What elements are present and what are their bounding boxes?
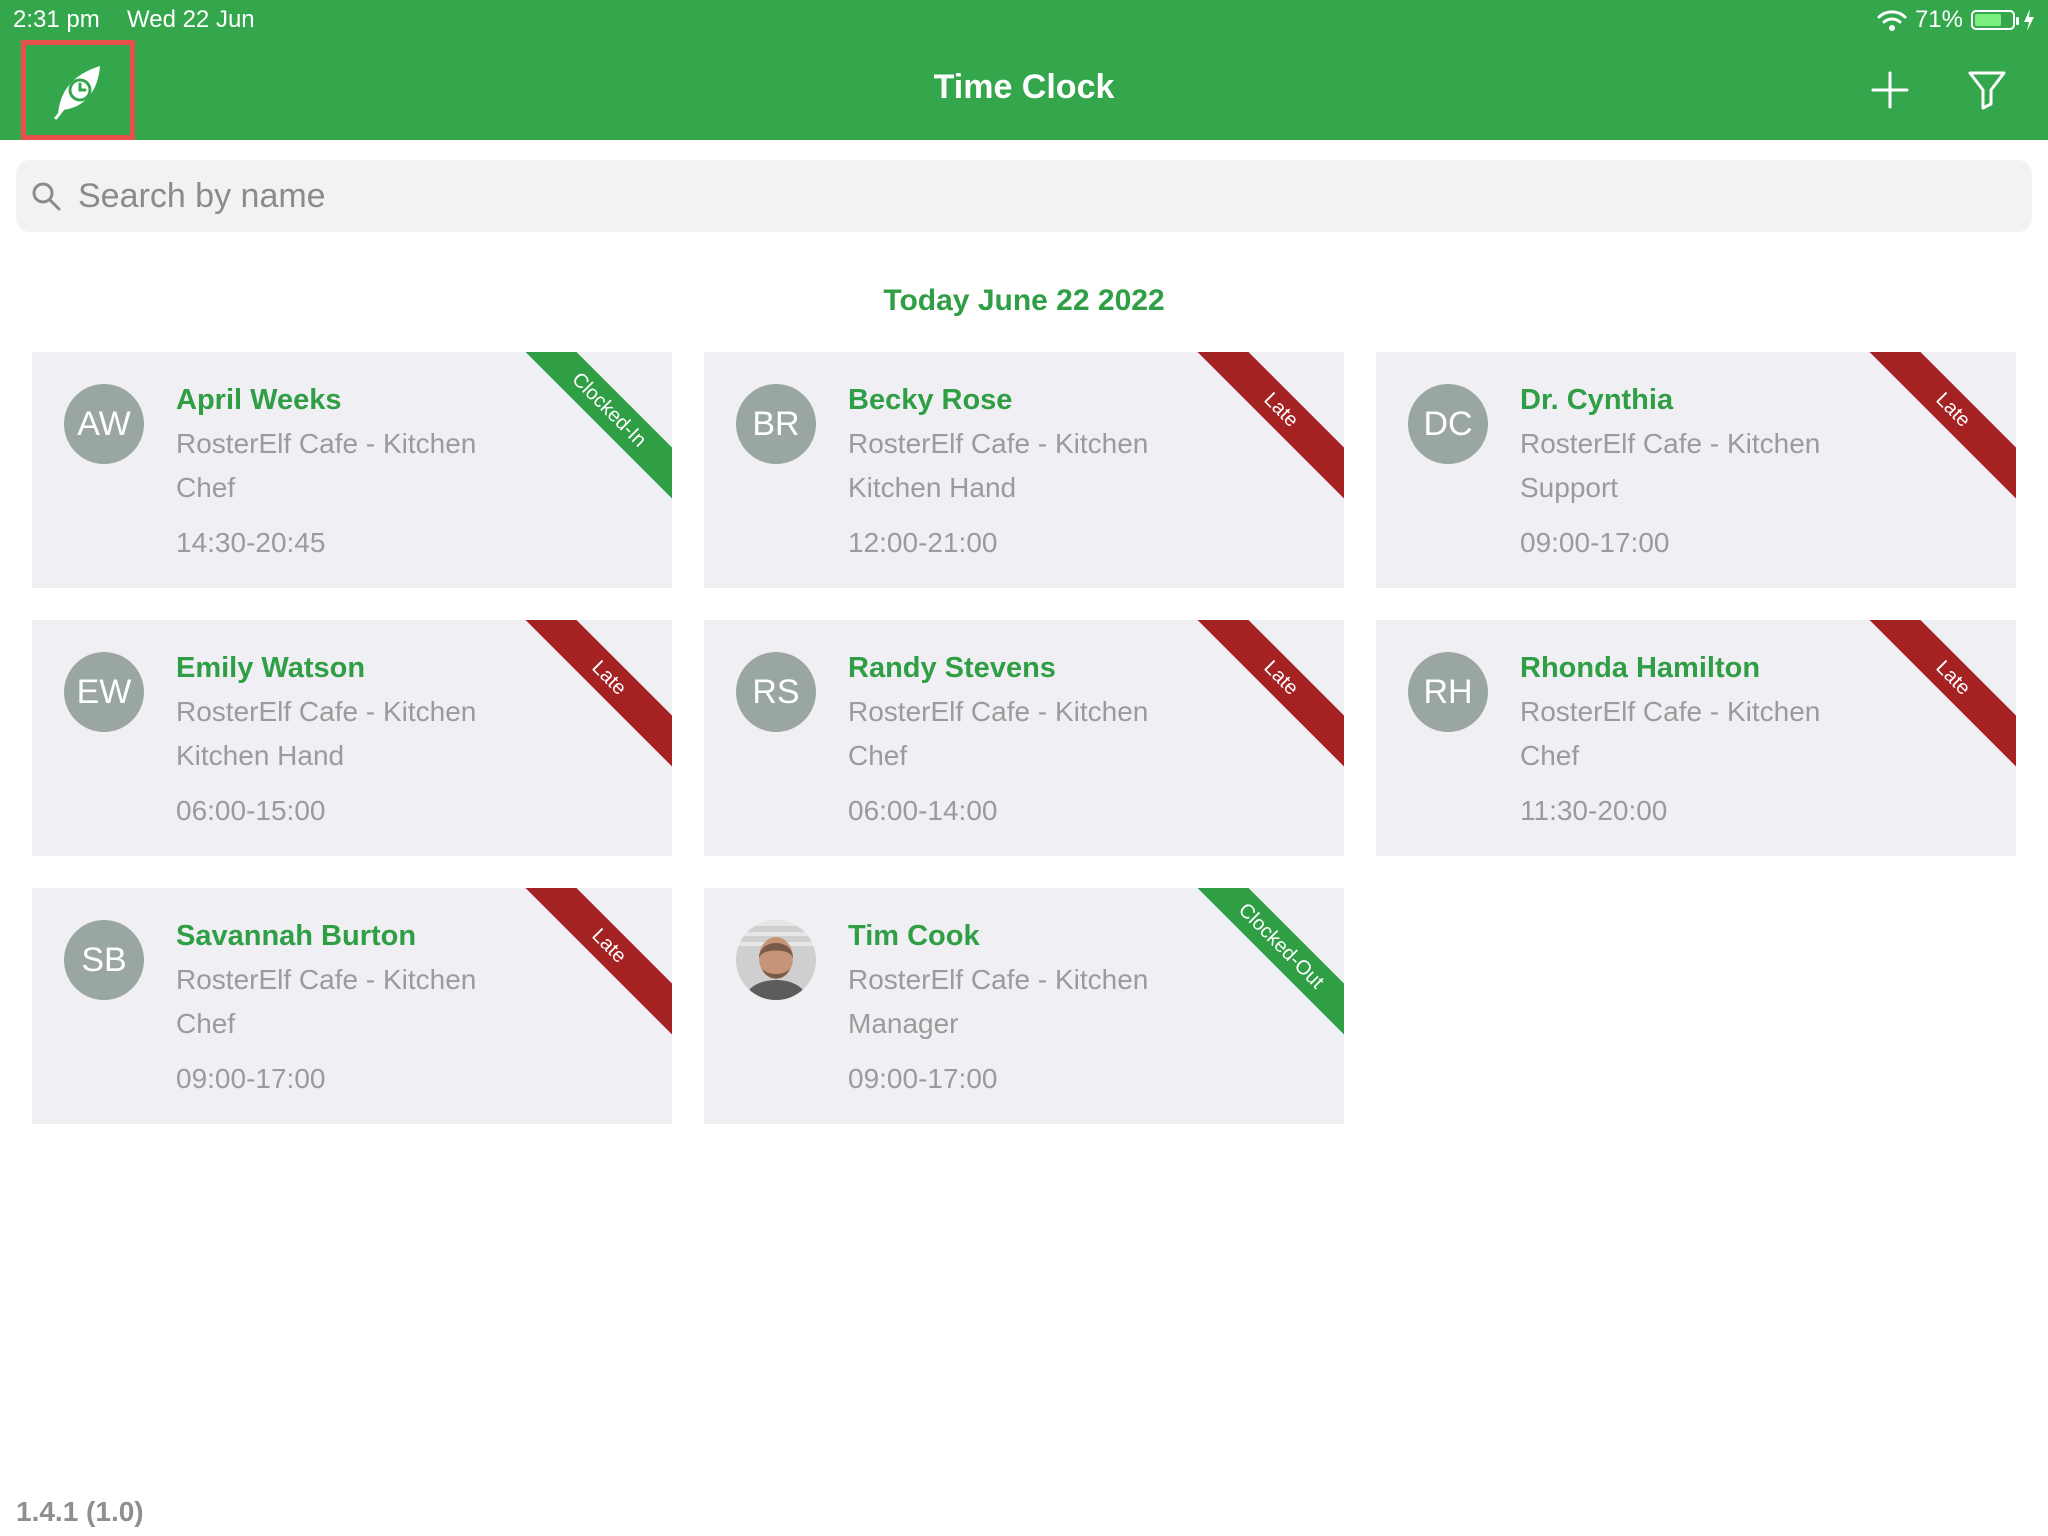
employee-role: Kitchen Hand bbox=[176, 740, 345, 771]
status-indicators: 71% bbox=[1877, 6, 2035, 34]
search-bar[interactable] bbox=[16, 160, 2032, 232]
search-icon bbox=[32, 182, 61, 211]
search-input[interactable] bbox=[76, 175, 1980, 217]
employee-hours: 11:30-20:00 bbox=[1520, 795, 1668, 826]
employee-location: RosterElf Cafe - Kitchen bbox=[176, 428, 477, 459]
page-title: Time Clock bbox=[933, 68, 1115, 106]
employee-name: Becky Rose bbox=[848, 384, 1013, 416]
employee-card[interactable]: RS Randy Stevens RosterElf Cafe - Kitchen C… bbox=[704, 620, 1344, 856]
employee-hours: 09:00-17:00 bbox=[176, 1063, 326, 1094]
employee-location: RosterElf Cafe - Kitchen bbox=[848, 428, 1149, 459]
status-ribbon: Clocked-Out bbox=[1179, 888, 1344, 1048]
date-heading: Today June 22 2022 bbox=[883, 284, 1165, 317]
app-header: 2:31 pm Wed 22 Jun 71% Time Clock bbox=[0, 0, 2048, 140]
status-ribbon: Late bbox=[507, 888, 672, 1048]
employee-role: Chef bbox=[176, 1008, 236, 1039]
avatar: EW bbox=[64, 652, 144, 732]
employee-name: Dr. Cynthia bbox=[1520, 384, 1674, 416]
status-date: Wed 22 Jun bbox=[127, 6, 255, 33]
battery-icon bbox=[1971, 10, 2019, 30]
status-time: 2:31 pm bbox=[13, 6, 100, 33]
status-ribbon: Late bbox=[1851, 620, 2016, 780]
status-ribbon: Late bbox=[507, 620, 672, 780]
avatar: RS bbox=[736, 652, 816, 732]
employee-grid: AW April Weeks RosterElf Cafe - Kitchen Che… bbox=[32, 352, 2016, 1124]
employee-location: RosterElf Cafe - Kitchen bbox=[1520, 696, 1821, 727]
avatar: SB bbox=[64, 920, 144, 1000]
employee-hours: 14:30-20:45 bbox=[176, 527, 326, 558]
employee-hours: 06:00-15:00 bbox=[176, 795, 326, 826]
employee-card[interactable]: DC Dr. Cynthia RosterElf Cafe - Kitchen Sup… bbox=[1376, 352, 2016, 588]
battery-fill bbox=[1975, 14, 2001, 26]
employee-name: Tim Cook bbox=[848, 920, 980, 952]
employee-name: Randy Stevens bbox=[848, 652, 1056, 684]
employee-name: Emily Watson bbox=[176, 652, 366, 684]
filter-icon[interactable] bbox=[1968, 70, 2006, 110]
employee-name: April Weeks bbox=[176, 384, 342, 416]
avatar: DC bbox=[1408, 384, 1488, 464]
avatar: RH bbox=[1408, 652, 1488, 732]
employee-role: Support bbox=[1520, 472, 1619, 503]
employee-hours: 09:00-17:00 bbox=[1520, 527, 1670, 558]
employee-name: Savannah Burton bbox=[176, 920, 417, 952]
employee-role: Manager bbox=[848, 1008, 959, 1039]
status-ribbon: Late bbox=[1851, 352, 2016, 512]
employee-hours: 06:00-14:00 bbox=[848, 795, 998, 826]
employee-hours: 09:00-17:00 bbox=[848, 1063, 998, 1094]
employee-card[interactable]: RH Rhonda Hamilton RosterElf Cafe - Kitche… bbox=[1376, 620, 2016, 856]
employee-card[interactable]: EW Emily Watson RosterElf Cafe - Kitchen Ki… bbox=[32, 620, 672, 856]
employee-role: Chef bbox=[176, 472, 236, 503]
status-ribbon: Late bbox=[1179, 352, 1344, 512]
employee-location: RosterElf Cafe - Kitchen bbox=[848, 964, 1149, 995]
app-version: 1.4.1 (1.0) bbox=[16, 1496, 144, 1527]
employee-location: RosterElf Cafe - Kitchen bbox=[1520, 428, 1821, 459]
employee-hours: 12:00-21:00 bbox=[848, 527, 998, 558]
avatar: BR bbox=[736, 384, 816, 464]
status-ribbon: Late bbox=[1179, 620, 1344, 780]
add-icon[interactable] bbox=[1870, 70, 1910, 110]
avatar: AW bbox=[64, 384, 144, 464]
employee-card[interactable]: AW April Weeks RosterElf Cafe - Kitchen Che… bbox=[32, 352, 672, 588]
employee-location: RosterElf Cafe - Kitchen bbox=[176, 696, 477, 727]
employee-card[interactable]: Tim Cook RosterElf Cafe - Kitchen Manager 0… bbox=[704, 888, 1344, 1124]
status-ribbon: Clocked-In bbox=[507, 352, 672, 512]
employee-role: Chef bbox=[1520, 740, 1580, 771]
charging-icon bbox=[2024, 9, 2034, 31]
employee-card[interactable]: BR Becky Rose RosterElf Cafe - Kitchen Kitc… bbox=[704, 352, 1344, 588]
profile-photo-icon bbox=[736, 920, 816, 1000]
employee-location: RosterElf Cafe - Kitchen bbox=[848, 696, 1149, 727]
avatar bbox=[736, 920, 816, 1000]
employee-card[interactable]: SB Savannah Burton RosterElf Cafe - Kitche… bbox=[32, 888, 672, 1124]
employee-role: Kitchen Hand bbox=[848, 472, 1017, 503]
wifi-icon bbox=[1877, 10, 1907, 31]
battery-percent: 71% bbox=[1914, 6, 1963, 33]
employee-location: RosterElf Cafe - Kitchen bbox=[176, 964, 477, 995]
employee-role: Chef bbox=[848, 740, 908, 771]
employee-name: Rhonda Hamilton bbox=[1520, 652, 1761, 684]
